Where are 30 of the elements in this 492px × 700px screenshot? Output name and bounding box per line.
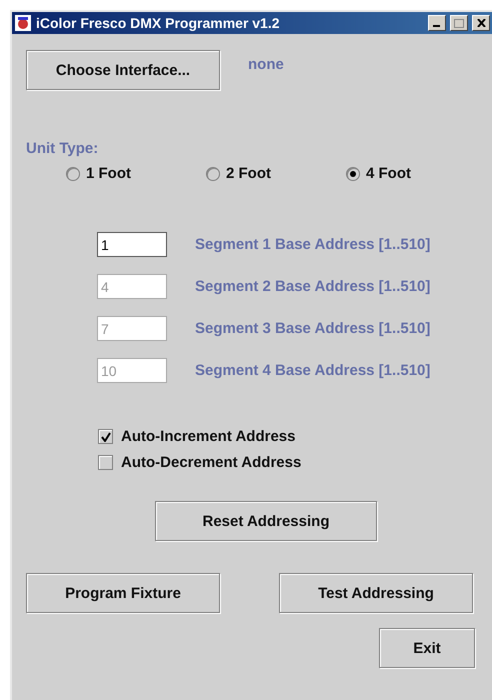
- segment-label: Segment 2 Base Address [1..510]: [195, 278, 430, 295]
- check-icon: [100, 432, 110, 442]
- minimize-button[interactable]: [428, 15, 446, 31]
- address-field[interactable]: 1: [97, 232, 167, 257]
- segment-label: Segment 3 Base Address [1..510]: [195, 320, 430, 337]
- radio-button[interactable]: [206, 166, 220, 180]
- radio-button[interactable]: [66, 166, 80, 180]
- radio-label: 1 Foot: [86, 165, 131, 182]
- exit-button[interactable]: Exit: [379, 628, 475, 668]
- program-fixture-button[interactable]: Program Fixture: [26, 573, 220, 613]
- window-title: iColor Fresco DMX Programmer v1.2: [36, 15, 281, 31]
- test-addressing-button[interactable]: Test Addressing: [279, 573, 473, 613]
- segment-label: Segment 4 Base Address [1..510]: [195, 362, 430, 379]
- segment-label: Segment 1 Base Address [1..510]: [195, 236, 430, 253]
- choose-interface-button[interactable]: Choose Interface...: [26, 50, 220, 90]
- radio-label: 4 Foot: [366, 165, 411, 182]
- radio-label: 2 Foot: [226, 165, 271, 182]
- reset-addressing-button[interactable]: Reset Addressing: [155, 501, 377, 541]
- maximize-button[interactable]: [450, 15, 468, 31]
- checkbox-label: Auto-Increment Address: [121, 428, 296, 445]
- maximize-icon: [454, 18, 464, 28]
- close-button[interactable]: [472, 15, 490, 31]
- checkbox[interactable]: [98, 429, 113, 444]
- unit-type-label: Unit Type:: [26, 140, 98, 157]
- radio-button[interactable]: [346, 166, 360, 180]
- checkbox-label: Auto-Decrement Address: [121, 454, 302, 471]
- interface-status: none: [248, 56, 284, 73]
- close-icon: [476, 19, 486, 27]
- app-icon: [14, 14, 32, 32]
- checkbox[interactable]: [98, 455, 113, 470]
